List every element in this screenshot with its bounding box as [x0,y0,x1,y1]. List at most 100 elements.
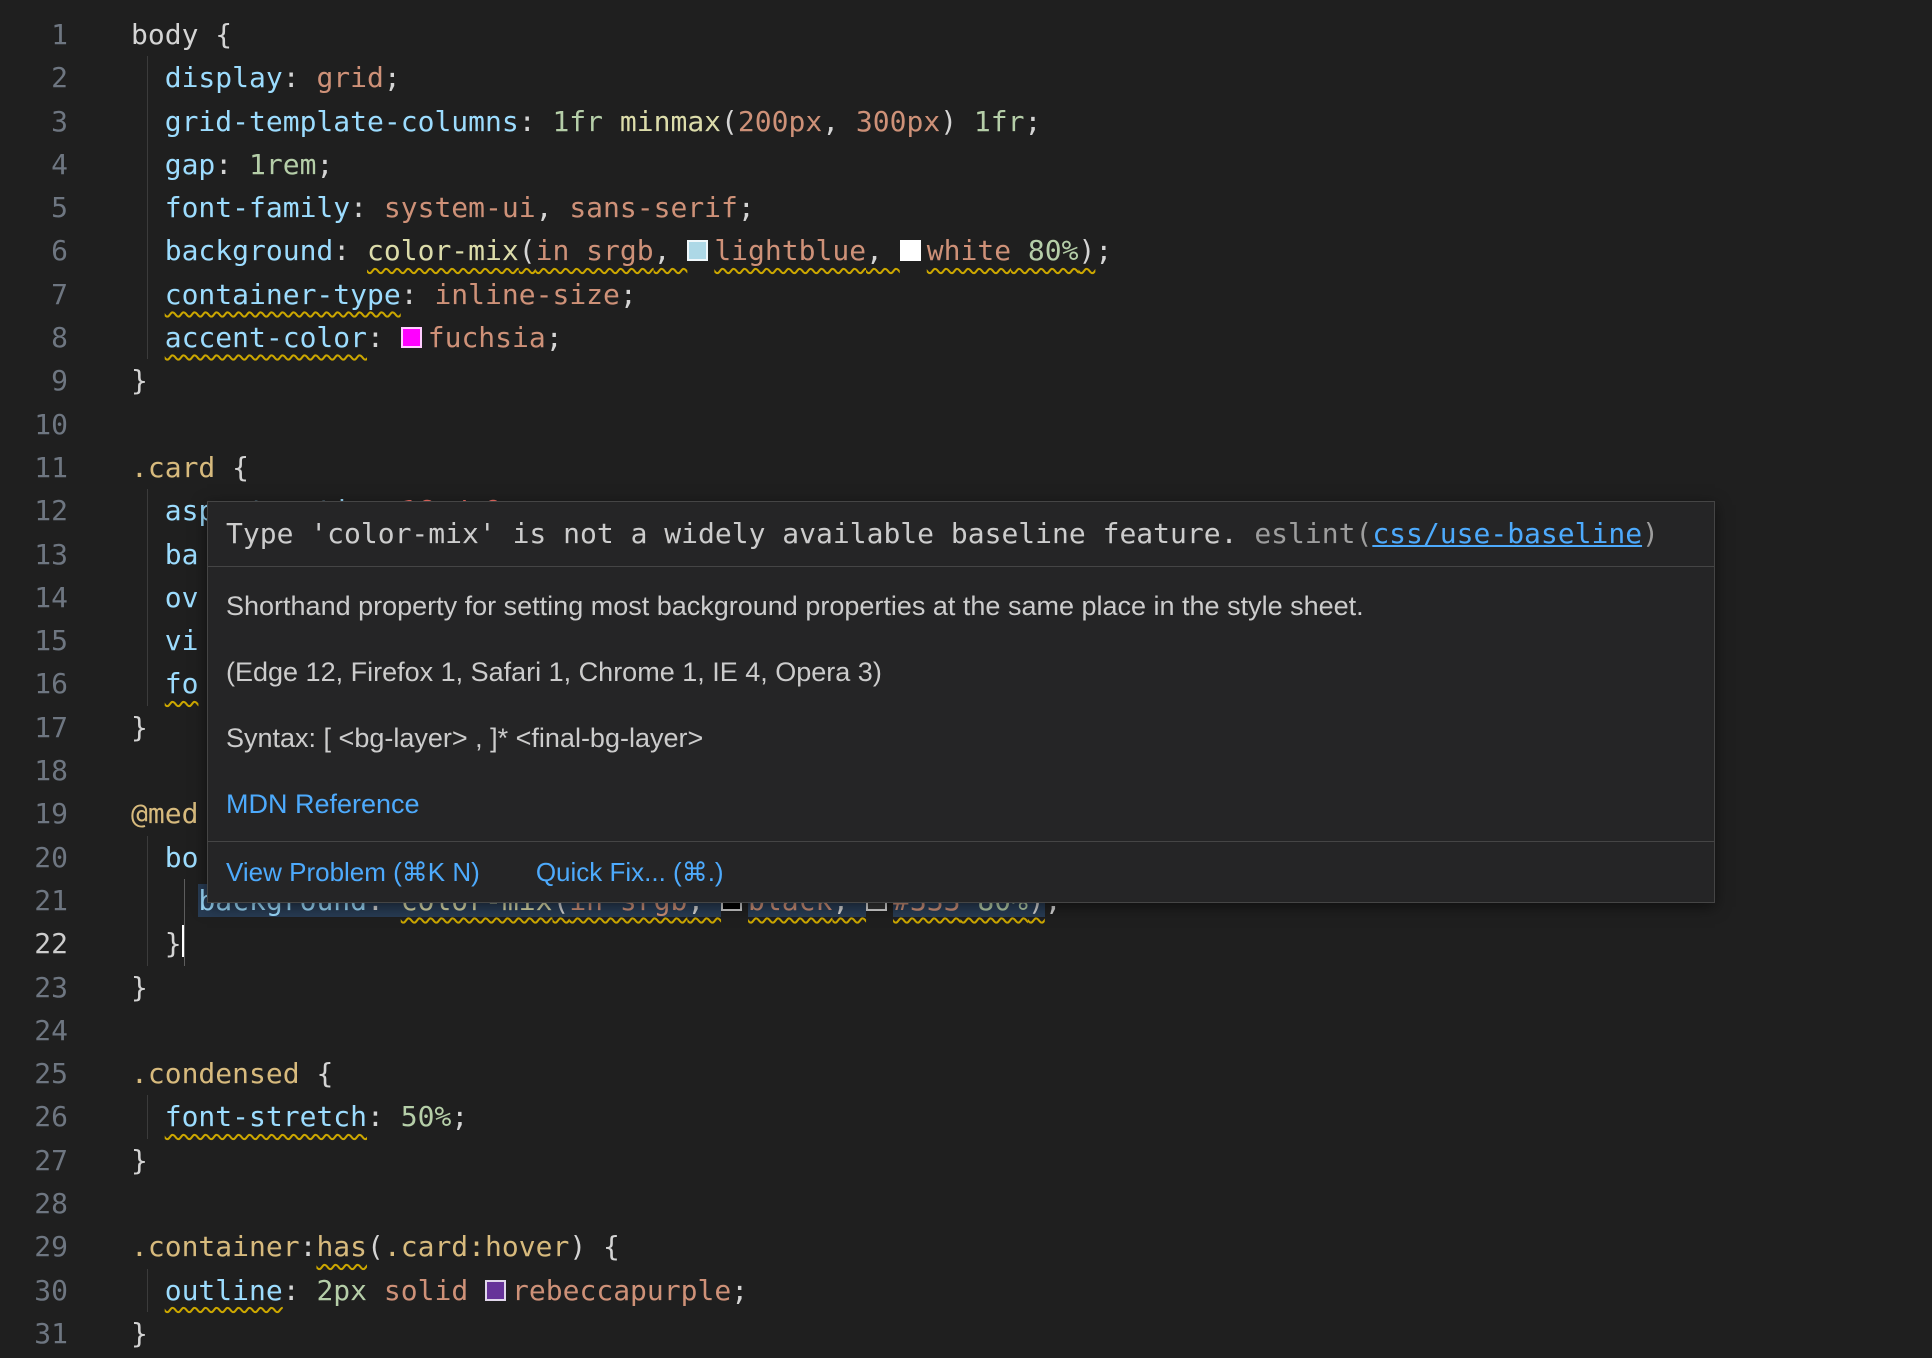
line-number[interactable]: 1 [0,13,68,56]
line-number[interactable]: 20 [0,836,68,879]
code-token: sans-serif [569,191,738,224]
code-token: 50% [401,1100,452,1133]
line-content[interactable]: display: grid; [68,56,401,99]
line-content[interactable]: ov [68,576,198,619]
quick-fix-link[interactable]: Quick Fix... (⌘.) [536,857,724,887]
code-line[interactable]: 8 accent-color: fuchsia; [0,316,1932,359]
code-line[interactable]: 25.condensed { [0,1052,1932,1095]
line-number[interactable]: 10 [0,403,68,446]
line-content[interactable]: font-family: system-ui, sans-serif; [68,186,755,229]
line-number[interactable]: 25 [0,1052,68,1095]
line-content[interactable] [68,403,131,446]
code-line[interactable]: 31} [0,1312,1932,1355]
code-token [131,884,198,917]
code-line[interactable]: 10 [0,403,1932,446]
mdn-reference-link[interactable]: MDN Reference [226,789,420,819]
line-content[interactable]: fo [68,662,198,705]
line-number[interactable]: 18 [0,749,68,792]
code-line[interactable]: 28 [0,1182,1932,1225]
code-line[interactable]: 4 gap: 1rem; [0,143,1932,186]
code-line[interactable]: 6 background: color-mix(in srgb, lightbl… [0,229,1932,272]
line-content[interactable]: } [68,922,185,965]
line-content[interactable]: container-type: inline-size; [68,273,637,316]
line-content[interactable]: bo [68,836,198,879]
line-number[interactable]: 11 [0,446,68,489]
line-number[interactable]: 16 [0,662,68,705]
line-number[interactable]: 8 [0,316,68,359]
code-line[interactable]: 9} [0,359,1932,402]
line-content[interactable] [68,1182,131,1225]
code-line[interactable]: 7 container-type: inline-size; [0,273,1932,316]
code-line[interactable]: 5 font-family: system-ui, sans-serif; [0,186,1932,229]
line-content[interactable]: font-stretch: 50%; [68,1095,468,1138]
code-line[interactable]: 29.container:has(.card:hover) { [0,1225,1932,1268]
code-token: vi [165,624,199,657]
line-content[interactable]: } [68,1139,148,1182]
code-token: rebeccapurple [512,1274,731,1307]
line-content[interactable]: .card { [68,446,249,489]
color-swatch [485,1280,506,1301]
code-line[interactable]: 3 grid-template-columns: 1fr minmax(200p… [0,100,1932,143]
code-token: : [283,61,317,94]
line-content[interactable]: body { [68,13,232,56]
code-line[interactable]: 11.card { [0,446,1932,489]
line-content[interactable] [68,1009,131,1052]
line-content[interactable]: .container:has(.card:hover) { [68,1225,620,1268]
code-line[interactable]: 1body { [0,13,1932,56]
line-number[interactable]: 28 [0,1182,68,1225]
line-content[interactable]: grid-template-columns: 1fr minmax(200px,… [68,100,1041,143]
indent-guide [184,879,185,922]
eslint-rule-link[interactable]: css/use-baseline [1372,517,1642,550]
line-number[interactable]: 4 [0,143,68,186]
line-content[interactable] [68,749,131,792]
line-content[interactable]: ba [68,533,198,576]
line-number[interactable]: 5 [0,186,68,229]
line-content[interactable]: accent-color: fuchsia; [68,316,563,359]
code-line[interactable]: 26 font-stretch: 50%; [0,1095,1932,1138]
code-line[interactable]: 24 [0,1009,1932,1052]
line-content[interactable]: } [68,359,148,402]
line-number[interactable]: 7 [0,273,68,316]
indent-guide [147,533,148,576]
code-line[interactable]: 2 display: grid; [0,56,1932,99]
line-number[interactable]: 22 [0,922,68,965]
line-content[interactable]: } [68,966,148,1009]
line-content[interactable]: outline: 2px solid rebeccapurple; [68,1269,748,1312]
line-content[interactable]: background: color-mix(in srgb, lightblue… [68,229,1112,272]
line-content[interactable]: .condensed { [68,1052,333,1095]
line-number[interactable]: 6 [0,229,68,272]
code-line[interactable]: 22 } [0,922,1932,965]
code-line[interactable]: 27} [0,1139,1932,1182]
line-number[interactable]: 15 [0,619,68,662]
code-line[interactable]: 30 outline: 2px solid rebeccapurple; [0,1269,1932,1312]
line-number[interactable]: 9 [0,359,68,402]
line-number[interactable]: 17 [0,706,68,749]
line-content[interactable]: gap: 1rem; [68,143,333,186]
line-content[interactable]: vi [68,619,198,662]
line-content[interactable]: } [68,1312,148,1355]
line-number[interactable]: 23 [0,966,68,1009]
line-number[interactable]: 31 [0,1312,68,1355]
indent-guide [147,186,148,229]
line-number[interactable]: 13 [0,533,68,576]
line-number[interactable]: 30 [0,1269,68,1312]
browser-support: (Edge 12, Firefox 1, Safari 1, Chrome 1,… [226,655,1696,689]
line-number[interactable]: 12 [0,489,68,532]
line-number[interactable]: 27 [0,1139,68,1182]
line-number[interactable]: 3 [0,100,68,143]
line-number[interactable]: 21 [0,879,68,922]
line-number[interactable]: 26 [0,1095,68,1138]
diagnostic-message: Type 'color-mix' is not a widely availab… [208,502,1714,566]
line-number[interactable]: 14 [0,576,68,619]
code-line[interactable]: 23} [0,966,1932,1009]
line-number[interactable]: 24 [0,1009,68,1052]
line-number[interactable]: 2 [0,56,68,99]
line-number[interactable]: 19 [0,792,68,835]
line-number[interactable]: 29 [0,1225,68,1268]
line-content[interactable]: } [68,706,148,749]
view-problem-link[interactable]: View Problem (⌘K N) [226,857,480,887]
indent-guide [147,143,148,186]
line-content[interactable]: @med [68,792,198,835]
indent-guide [147,273,148,316]
code-token: ) [569,1230,586,1263]
